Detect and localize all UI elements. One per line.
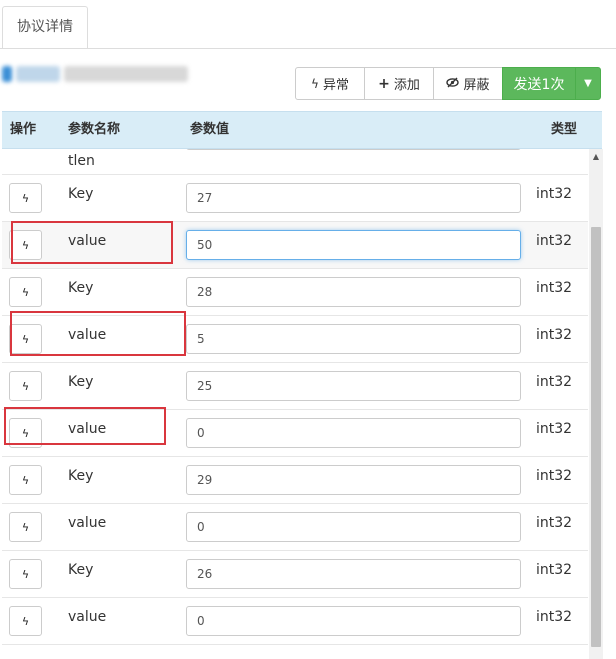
exception-button[interactable]: ϟ 异常 <box>295 67 365 100</box>
table-row: ϟ Key 26 int32 <box>2 551 588 598</box>
param-type: int32 <box>536 562 573 578</box>
table-header: 操作 参数名称 参数值 类型 <box>2 111 602 149</box>
table-row: ϟ Key 28 int32 <box>2 269 588 316</box>
toolbar: ϟ 异常 + 添加 屏蔽 发送1次 ▼ <box>295 67 601 100</box>
param-value-input[interactable]: 5 <box>186 324 521 354</box>
blurred-title <box>2 66 190 82</box>
table-row: ϟ Key 29 int32 <box>2 457 588 504</box>
param-type: int32 <box>536 280 573 296</box>
scroll-thumb[interactable] <box>591 227 601 647</box>
highlight-box <box>11 221 173 264</box>
param-value-input[interactable]: 0 <box>186 512 521 542</box>
bolt-icon: ϟ <box>21 191 30 205</box>
header-name: 参数名称 <box>68 122 121 137</box>
highlight-box <box>4 407 166 445</box>
bolt-icon: ϟ <box>21 614 30 628</box>
bolt-icon: ϟ <box>311 76 319 91</box>
plus-icon: + <box>378 75 390 92</box>
param-value-input[interactable]: 26 <box>186 559 521 589</box>
bolt-icon: ϟ <box>21 285 30 299</box>
row-action-button[interactable]: ϟ <box>9 465 42 495</box>
tab-protocol-detail[interactable]: 协议详情 <box>2 6 88 48</box>
param-value-input[interactable]: 29 <box>186 465 521 495</box>
param-value-input[interactable]: 50 <box>186 230 521 260</box>
row-action-button[interactable]: ϟ <box>9 277 42 307</box>
param-type: int32 <box>536 327 573 343</box>
bolt-icon: ϟ <box>21 520 30 534</box>
send-dropdown-button[interactable]: ▼ <box>575 67 601 100</box>
row-action-button[interactable]: ϟ <box>9 183 42 213</box>
param-name: Key <box>68 280 94 296</box>
table-row: ϟ Key 25 int32 <box>2 363 588 410</box>
table-row: ϟ Key 27 int32 <box>2 175 588 222</box>
param-value-input[interactable]: 0 <box>186 418 521 448</box>
send-once-button[interactable]: 发送1次 <box>502 67 576 100</box>
param-type: int32 <box>536 233 573 249</box>
bolt-icon: ϟ <box>21 379 30 393</box>
param-type: int32 <box>536 186 573 202</box>
param-type: int32 <box>536 609 573 625</box>
param-type: int32 <box>536 515 573 531</box>
param-value-input[interactable]: 27 <box>186 183 521 213</box>
param-name: Key <box>68 374 94 390</box>
param-name: Key <box>68 562 94 578</box>
param-type: int32 <box>536 468 573 484</box>
param-value-input[interactable]: 0 <box>186 606 521 636</box>
scroll-up-icon[interactable]: ▲ <box>589 152 603 161</box>
header-type: 类型 <box>551 122 578 137</box>
param-name: value <box>68 515 107 531</box>
param-name: Key <box>68 468 94 484</box>
param-value-input[interactable] <box>186 149 521 150</box>
table-row: ϟ value 0 int32 <box>2 504 588 551</box>
bolt-icon: ϟ <box>21 567 30 581</box>
param-name: Key <box>68 186 94 202</box>
tab-bar: 协议详情 <box>0 0 616 49</box>
row-action-button[interactable]: ϟ <box>9 559 42 589</box>
row-action-button[interactable]: ϟ <box>9 371 42 401</box>
add-button[interactable]: + 添加 <box>364 67 434 100</box>
param-name: tlen <box>68 153 95 169</box>
header-value: 参数值 <box>190 122 230 137</box>
param-type: int32 <box>536 374 573 390</box>
mask-button[interactable]: 屏蔽 <box>433 67 503 100</box>
eye-slash-icon <box>446 77 460 91</box>
bolt-icon: ϟ <box>21 473 30 487</box>
table-row: tlen <box>2 149 588 175</box>
param-value-input[interactable]: 28 <box>186 277 521 307</box>
row-action-button[interactable]: ϟ <box>9 606 42 636</box>
row-action-button[interactable]: ϟ <box>9 512 42 542</box>
table-row: ϟ value 0 int32 <box>2 598 588 645</box>
header-op: 操作 <box>10 122 37 137</box>
caret-down-icon: ▼ <box>584 78 592 89</box>
param-type: int32 <box>536 421 573 437</box>
param-value-input[interactable]: 25 <box>186 371 521 401</box>
highlight-box <box>10 311 186 356</box>
param-name: value <box>68 609 107 625</box>
vertical-scrollbar[interactable]: ▲ <box>589 149 603 659</box>
